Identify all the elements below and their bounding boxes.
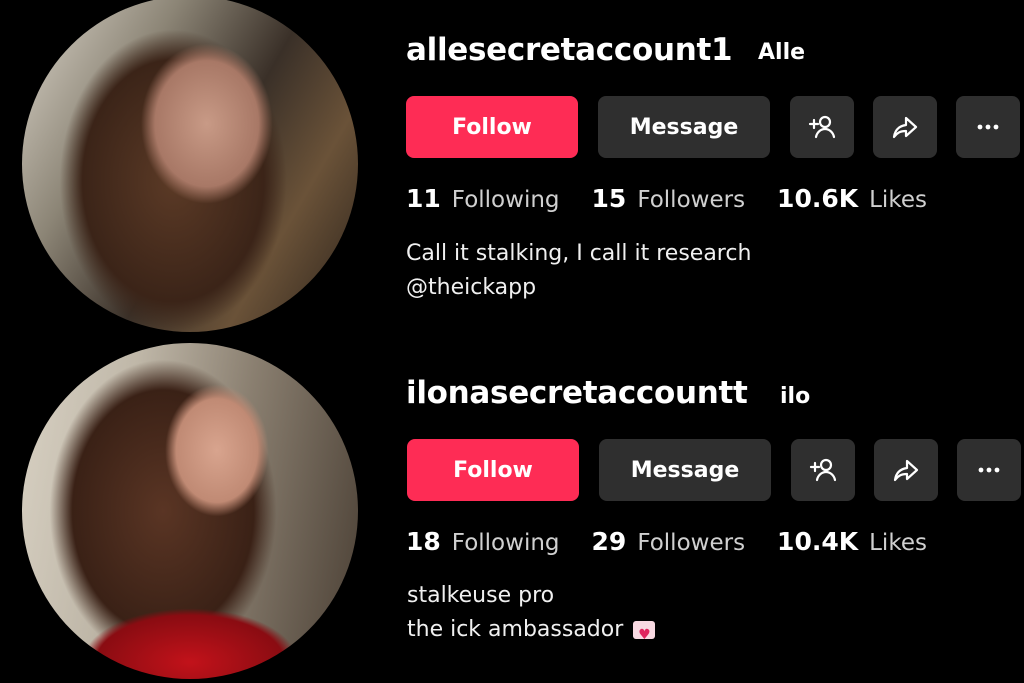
likes-stat: 10.4K Likes — [777, 527, 927, 556]
follow-button[interactable]: Follow — [407, 439, 579, 501]
followers-count: 15 — [591, 184, 627, 213]
more-options-button[interactable] — [957, 439, 1021, 501]
add-friend-button[interactable] — [790, 96, 854, 158]
more-icon — [977, 124, 999, 130]
bio-link[interactable]: @theickapp — [406, 271, 751, 305]
display-name: ilo — [780, 384, 811, 409]
username: ilonasecretaccountt — [406, 375, 748, 411]
profile-stats: 11 Following 15 Followers 10.6K Likes — [406, 184, 959, 213]
likes-label: Likes — [869, 187, 927, 213]
likes-count: 10.4K — [777, 527, 859, 556]
share-icon — [893, 459, 919, 482]
profile-bio: Call it stalking, I call it research @th… — [406, 237, 751, 305]
message-button[interactable]: Message — [598, 96, 770, 158]
following-label: Following — [451, 530, 560, 556]
username: allesecretaccount1 — [406, 32, 733, 68]
message-button[interactable]: Message — [599, 439, 771, 501]
share-icon — [892, 116, 918, 139]
likes-stat: 10.6K Likes — [777, 184, 927, 213]
likes-count: 10.6K — [777, 184, 859, 213]
bio-line: Call it stalking, I call it research — [406, 241, 752, 266]
bio-line: stalkeuse pro — [407, 583, 555, 608]
heart-letter-emoji-icon: ♥ — [633, 621, 656, 643]
following-count: 11 — [406, 184, 441, 213]
profile-stats: 18 Following 29 Followers 10.4K Likes — [406, 527, 959, 556]
profile-bio: stalkeuse pro the ick ambassador ♥ — [407, 579, 656, 647]
bio-line: the ick ambassador — [407, 617, 624, 642]
profile-card-2: ilonasecretaccountt ilo Follow Message 1… — [0, 343, 1024, 683]
display-name: Alle — [758, 40, 806, 65]
bio-line-with-emoji: the ick ambassador ♥ — [407, 613, 656, 647]
followers-stat[interactable]: 29 Followers — [592, 527, 746, 556]
followers-label: Followers — [637, 187, 746, 213]
share-button[interactable] — [873, 96, 937, 158]
add-friend-button[interactable] — [791, 439, 855, 501]
add-user-icon — [808, 115, 836, 139]
add-user-icon — [809, 458, 837, 482]
share-button[interactable] — [874, 439, 938, 501]
more-icon — [978, 467, 1000, 473]
more-options-button[interactable] — [956, 96, 1020, 158]
following-stat[interactable]: 11 Following — [406, 184, 560, 213]
profile-avatar[interactable] — [22, 343, 358, 679]
follow-button[interactable]: Follow — [406, 96, 578, 158]
followers-label: Followers — [637, 530, 746, 556]
profile-card-1: allesecretaccount1 Alle Follow Message 1… — [0, 0, 1024, 340]
profile-avatar[interactable] — [22, 0, 358, 332]
followers-count: 29 — [591, 527, 627, 556]
likes-label: Likes — [869, 530, 927, 556]
following-stat[interactable]: 18 Following — [406, 527, 560, 556]
following-label: Following — [451, 187, 560, 213]
following-count: 18 — [406, 527, 441, 556]
followers-stat[interactable]: 15 Followers — [592, 184, 746, 213]
